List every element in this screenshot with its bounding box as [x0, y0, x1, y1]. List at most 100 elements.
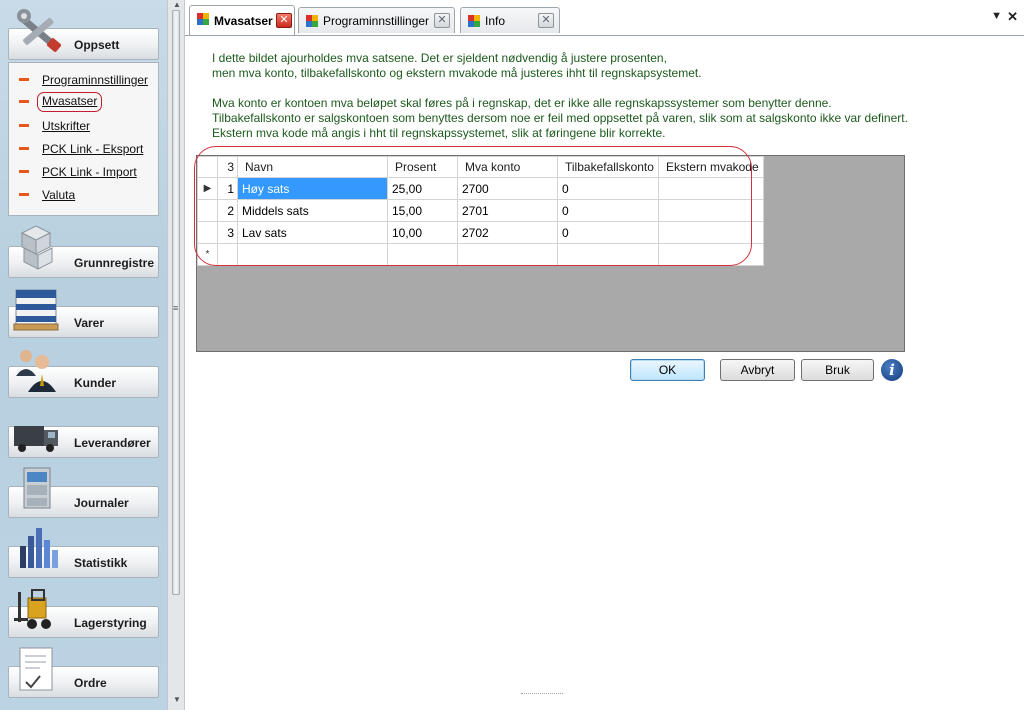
- column-header-ekstern-mvakode[interactable]: Ekstern mvakode: [657, 156, 764, 178]
- tab-label: Mvasatser: [214, 14, 273, 28]
- scroll-down-arrow-icon[interactable]: ▼: [173, 695, 181, 704]
- submenu-label: Valuta: [42, 188, 76, 202]
- section-label: Varer: [74, 316, 105, 330]
- cell-navn[interactable]: Lav sats: [237, 221, 388, 244]
- cell-mva-konto[interactable]: 2701: [457, 199, 558, 222]
- cell-mva-konto[interactable]: [457, 243, 558, 266]
- section-label: Journaler: [74, 496, 129, 510]
- cell-ekstern-mvakode[interactable]: [657, 221, 764, 244]
- cell-prosent[interactable]: 25,00: [387, 177, 458, 200]
- row-number: 2: [217, 199, 238, 222]
- cubes-icon: [20, 225, 53, 270]
- bar-chart-icon: [20, 528, 58, 568]
- pallet-boxes-icon: [13, 289, 59, 331]
- form-icon: [468, 15, 480, 27]
- submenu-item-valuta[interactable]: Valuta: [18, 186, 156, 204]
- grid-header-row: 3 Navn Prosent Mva konto Tilbakefallskon…: [197, 156, 764, 178]
- row-header-corner: [197, 156, 218, 178]
- tab-label: Programinnstillinger: [323, 14, 430, 28]
- resize-grip[interactable]: [521, 693, 563, 695]
- row-selector[interactable]: [197, 199, 218, 222]
- submenu-item-programinnstillinger[interactable]: Programinnstillinger: [18, 71, 156, 89]
- new-row-asterisk-icon[interactable]: *: [197, 243, 218, 266]
- submenu-item-pck-link-eksport[interactable]: PCK Link - Eksport: [18, 140, 156, 158]
- table-row[interactable]: 3 Lav sats 10,00 2702 0: [197, 221, 764, 244]
- column-header-tilbakefallskonto[interactable]: Tilbakefallskonto: [557, 156, 659, 178]
- submenu-item-utskrifter[interactable]: Utskrifter: [18, 117, 156, 135]
- column-header-navn[interactable]: Navn: [237, 156, 388, 178]
- cell-mva-konto[interactable]: 2702: [457, 221, 558, 244]
- info-text: I dette bildet ajourholdes mva satsene. …: [212, 51, 908, 141]
- info-line: men mva konto, tilbakefallskonto og ekst…: [212, 66, 702, 80]
- submenu-label: PCK Link - Import: [42, 165, 137, 179]
- cell-tilbakefallskonto[interactable]: [557, 243, 659, 266]
- cancel-button[interactable]: Avbryt: [720, 359, 795, 381]
- cell-prosent[interactable]: [387, 243, 458, 266]
- section-label: Lagerstyring: [74, 616, 147, 630]
- cell-navn[interactable]: Høy sats: [237, 177, 388, 200]
- sidebar: Oppsett Programinnstillinger Mvasatser U…: [0, 0, 167, 710]
- tab-info[interactable]: Info ✕: [460, 7, 560, 33]
- sidebar-splitter[interactable]: ▲ ≡ ▼: [167, 0, 185, 710]
- ok-button[interactable]: OK: [630, 359, 705, 381]
- cell-navn[interactable]: Middels sats: [237, 199, 388, 222]
- info-line: Tilbakefallskonto er salgskontoen som be…: [212, 111, 908, 125]
- tab-mvasatser[interactable]: Mvasatser ✕: [189, 5, 295, 35]
- cell-prosent[interactable]: 15,00: [387, 199, 458, 222]
- current-row-arrow-icon[interactable]: ▶: [197, 177, 218, 200]
- column-header-mva-konto[interactable]: Mva konto: [457, 156, 558, 178]
- cell-tilbakefallskonto[interactable]: 0: [557, 177, 659, 200]
- cell-tilbakefallskonto[interactable]: 0: [557, 221, 659, 244]
- bullet-dash-icon: [19, 193, 29, 196]
- section-label: Grunnregistre: [74, 256, 155, 270]
- oppsett-submenu: Programinnstillinger Mvasatser Utskrifte…: [8, 62, 159, 216]
- forklift-icon: [14, 589, 51, 629]
- info-line: Mva konto er kontoen mva beløpet skal fø…: [212, 96, 832, 110]
- submenu-label: Mvasatser: [36, 92, 103, 112]
- bullet-dash-icon: [19, 124, 29, 127]
- row-selector[interactable]: [197, 221, 218, 244]
- grip-icon: ≡: [173, 303, 179, 313]
- row-number: 1: [217, 177, 238, 200]
- filing-cabinet-icon: [23, 467, 51, 509]
- section-label: Leverandører: [74, 436, 151, 450]
- close-icon[interactable]: ✕: [434, 13, 450, 28]
- row-number: [217, 243, 238, 266]
- tab-programinnstillinger[interactable]: Programinnstillinger ✕: [298, 7, 455, 33]
- column-header-prosent[interactable]: Prosent: [387, 156, 458, 178]
- submenu-label: Programinnstillinger: [42, 73, 149, 87]
- close-icon[interactable]: ✕: [276, 13, 292, 28]
- cell-ekstern-mvakode[interactable]: [657, 199, 764, 222]
- truck-icon: [14, 426, 58, 452]
- tab-label: Info: [485, 14, 506, 28]
- scroll-up-arrow-icon[interactable]: ▲: [173, 0, 181, 9]
- table-row[interactable]: ▶ 1 Høy sats 25,00 2700 0: [197, 177, 764, 200]
- submenu-item-mvasatser[interactable]: Mvasatser: [18, 92, 156, 112]
- close-icon[interactable]: ✕: [538, 13, 554, 28]
- close-window-icon[interactable]: ✕: [1007, 9, 1018, 25]
- cell-tilbakefallskonto[interactable]: 0: [557, 199, 659, 222]
- apply-button[interactable]: Bruk: [801, 359, 874, 381]
- section-label: Oppsett: [74, 38, 120, 52]
- cell-mva-konto[interactable]: 2700: [457, 177, 558, 200]
- info-icon[interactable]: i: [881, 359, 903, 381]
- row-count: 3: [217, 156, 238, 178]
- section-label: Statistikk: [74, 556, 128, 570]
- cell-ekstern-mvakode[interactable]: [657, 177, 764, 200]
- cell-prosent[interactable]: 10,00: [387, 221, 458, 244]
- section-label: Ordre: [74, 676, 107, 690]
- form-icon: [197, 13, 209, 25]
- order-document-icon: [19, 647, 53, 691]
- cell-ekstern-mvakode[interactable]: [657, 243, 764, 266]
- submenu-label: Utskrifter: [42, 119, 90, 133]
- table-row[interactable]: 2 Middels sats 15,00 2701 0: [197, 199, 764, 222]
- form-icon: [306, 15, 318, 27]
- bullet-dash-icon: [19, 147, 29, 150]
- tab-list-dropdown-icon[interactable]: ▼: [991, 10, 1002, 22]
- cell-navn[interactable]: [237, 243, 388, 266]
- bullet-dash-icon: [19, 170, 29, 173]
- submenu-item-pck-link-import[interactable]: PCK Link - Import: [18, 163, 156, 181]
- tools-icon: [17, 9, 61, 52]
- info-line: Ekstern mva kode må angis i hht til regn…: [212, 126, 666, 140]
- new-row[interactable]: *: [197, 243, 764, 266]
